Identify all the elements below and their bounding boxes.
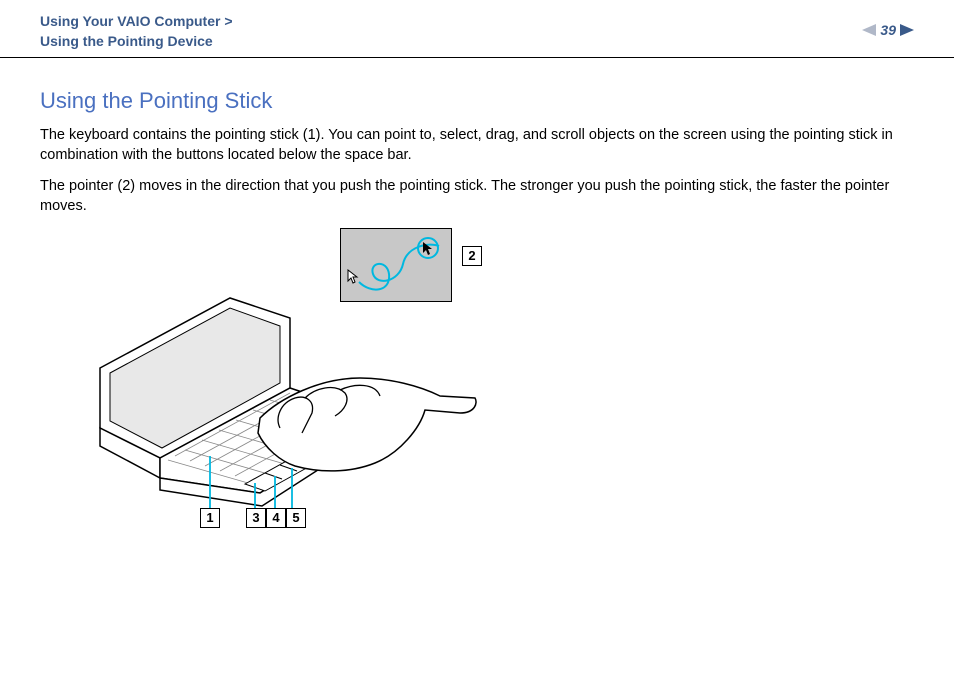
callout-3: 3 (246, 508, 266, 528)
page-content: Using the Pointing Stick The keyboard co… (0, 58, 954, 528)
callout-1: 1 (200, 508, 220, 528)
section-heading: Using the Pointing Stick (40, 88, 914, 114)
callout-2: 2 (462, 246, 482, 266)
laptop-illustration (80, 278, 480, 533)
cursor-filled-icon (417, 237, 439, 264)
next-page-arrow-icon[interactable] (900, 24, 914, 36)
diagram: 2 (80, 228, 630, 528)
breadcrumb-line1: Using Your VAIO Computer > (40, 12, 233, 32)
page-nav: 39 (862, 12, 914, 38)
prev-page-arrow-icon[interactable] (862, 24, 876, 36)
page-header: Using Your VAIO Computer > Using the Poi… (0, 0, 954, 58)
paragraph-1: The keyboard contains the pointing stick… (40, 126, 914, 165)
callout-4: 4 (266, 508, 286, 528)
paragraph-2: The pointer (2) moves in the direction t… (40, 177, 914, 216)
breadcrumb-line2: Using the Pointing Device (40, 32, 233, 52)
callout-5: 5 (286, 508, 306, 528)
page-number: 39 (880, 22, 896, 38)
breadcrumbs: Using Your VAIO Computer > Using the Poi… (40, 12, 233, 51)
